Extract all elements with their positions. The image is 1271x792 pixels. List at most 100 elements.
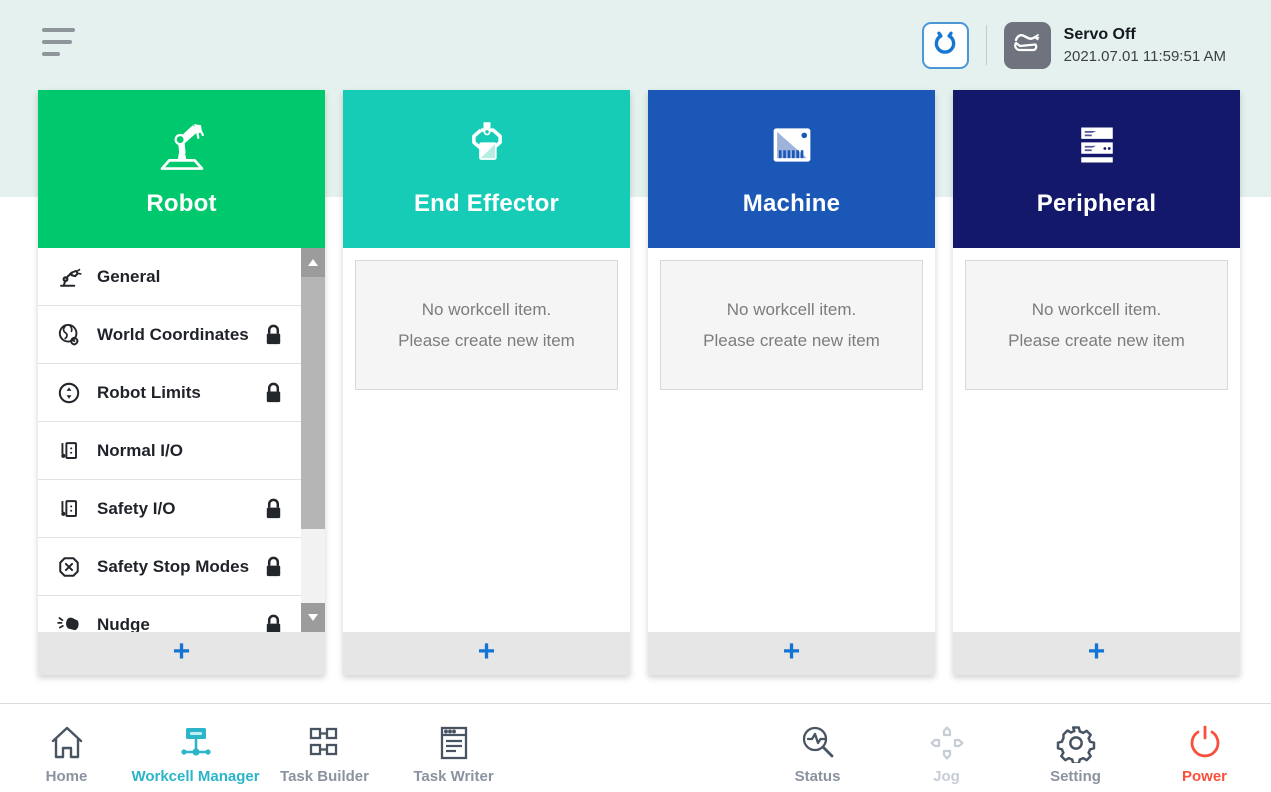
scroll-down-button[interactable] — [301, 603, 325, 632]
plus-icon: + — [783, 637, 801, 667]
robot-column-title: Robot — [146, 190, 216, 218]
robot-list-scrollbar[interactable] — [301, 248, 325, 632]
status-timestamp: 2021.07.01 11:59:51 AM — [1064, 46, 1226, 67]
lock-icon — [262, 381, 285, 405]
empty-message-line2: Please create new item — [703, 325, 880, 356]
nav-task-writer[interactable]: Task Writer — [389, 704, 518, 792]
add-peripheral-item-button[interactable]: + — [953, 632, 1240, 675]
robot-item-label: World Coordinates — [97, 325, 249, 345]
nav-setting-label: Setting — [1050, 768, 1101, 785]
robot-item-world-coordinates[interactable]: World Coordinates — [38, 306, 301, 364]
home-icon — [47, 721, 87, 765]
end-effector-column-title: End Effector — [414, 190, 559, 218]
machine-icon — [764, 114, 820, 176]
empty-message-line2: Please create new item — [398, 325, 575, 356]
scroll-up-button[interactable] — [301, 248, 325, 277]
nav-jog[interactable]: Jog — [882, 704, 1011, 792]
robot-list-rows: General — [38, 248, 301, 632]
peripheral-column: Peripheral No workcell item. Please crea… — [953, 90, 1240, 675]
scrollbar-thumb[interactable] — [301, 277, 325, 529]
nav-power-label: Power — [1182, 768, 1227, 785]
hamburger-line — [42, 28, 75, 32]
safety-stop-icon — [54, 552, 84, 582]
menu-hamburger-button[interactable] — [42, 28, 82, 62]
robot-item-normal-io[interactable]: Normal I/O — [38, 422, 301, 480]
servo-status-button[interactable] — [1004, 22, 1051, 69]
robot-item-general[interactable]: General — [38, 248, 301, 306]
nav-workcell-manager[interactable]: Workcell Manager — [131, 704, 260, 792]
robot-arm-icon — [1011, 27, 1043, 64]
workcell-manager-screen: Servo Off 2021.07.01 11:59:51 AM — [0, 0, 1271, 792]
robot-item-label: Robot Limits — [97, 383, 201, 403]
nav-home-label: Home — [46, 768, 88, 785]
nav-task-writer-label: Task Writer — [413, 768, 493, 785]
workcell-manager-icon — [176, 721, 216, 765]
lock-icon — [262, 613, 285, 633]
robot-item-label: Normal I/O — [97, 441, 183, 461]
jog-icon — [927, 721, 967, 765]
nav-setting[interactable]: Setting — [1011, 704, 1140, 792]
machine-item-list: No workcell item. Please create new item — [648, 248, 935, 632]
lock-icon — [262, 323, 285, 347]
workcell-columns: Robot — [38, 90, 1240, 675]
add-end-effector-item-button[interactable]: + — [343, 632, 630, 675]
machine-column-header[interactable]: Machine — [648, 90, 935, 248]
empty-message-line1: No workcell item. — [727, 294, 856, 325]
peripheral-column-header[interactable]: Peripheral — [953, 90, 1240, 248]
plus-icon: + — [478, 637, 496, 667]
power-icon — [1185, 721, 1225, 765]
robot-item-label: General — [97, 267, 160, 287]
nav-status[interactable]: Status — [753, 704, 882, 792]
task-builder-icon — [305, 721, 345, 765]
nav-power[interactable]: Power — [1140, 704, 1269, 792]
nav-home[interactable]: Home — [2, 704, 131, 792]
hamburger-line — [42, 52, 60, 56]
empty-message-line1: No workcell item. — [422, 294, 551, 325]
hamburger-line — [42, 40, 72, 44]
nav-spacer — [518, 704, 753, 792]
add-robot-item-button[interactable]: + — [38, 632, 325, 675]
nav-task-builder[interactable]: Task Builder — [260, 704, 389, 792]
peripheral-column-title: Peripheral — [1037, 190, 1156, 218]
lock-icon — [262, 555, 285, 579]
nav-jog-label: Jog — [933, 768, 960, 785]
robot-limits-icon — [54, 378, 84, 408]
end-effector-column-header[interactable]: End Effector — [343, 90, 630, 248]
peripheral-icon — [1069, 114, 1125, 176]
robot-item-label: Safety Stop Modes — [97, 557, 249, 577]
machine-column-title: Machine — [743, 190, 840, 218]
robot-item-label: Safety I/O — [97, 499, 175, 519]
empty-workcell-message: No workcell item. Please create new item — [965, 260, 1228, 390]
robot-item-nudge[interactable]: Nudge — [38, 596, 301, 632]
nav-status-label: Status — [795, 768, 841, 785]
top-bar: Servo Off 2021.07.01 11:59:51 AM — [0, 0, 1271, 90]
robot-column-header[interactable]: Robot — [38, 90, 325, 248]
gripper-tool-button[interactable] — [922, 22, 969, 69]
lock-icon — [262, 497, 285, 521]
status-icon — [798, 721, 838, 765]
robot-item-list: General — [38, 248, 325, 632]
topbar-divider — [986, 25, 987, 65]
nudge-icon — [54, 610, 84, 633]
robot-item-safety-io[interactable]: Safety I/O — [38, 480, 301, 538]
empty-message-line1: No workcell item. — [1032, 294, 1161, 325]
machine-column: Machine No workcell item. Please create … — [648, 90, 935, 675]
general-robot-icon — [54, 262, 84, 292]
peripheral-item-list: No workcell item. Please create new item — [953, 248, 1240, 632]
robot-item-robot-limits[interactable]: Robot Limits — [38, 364, 301, 422]
add-machine-item-button[interactable]: + — [648, 632, 935, 675]
gripper-icon — [930, 28, 960, 63]
io-icon — [54, 494, 84, 524]
robot-item-safety-stop-modes[interactable]: Safety Stop Modes — [38, 538, 301, 596]
end-effector-column: End Effector No workcell item. Please cr… — [343, 90, 630, 675]
robot-item-label: Nudge — [97, 615, 150, 633]
nav-workcell-manager-label: Workcell Manager — [131, 768, 259, 785]
empty-workcell-message: No workcell item. Please create new item — [355, 260, 618, 390]
scrollbar-track[interactable] — [301, 529, 325, 603]
task-writer-icon — [434, 721, 474, 765]
empty-workcell-message: No workcell item. Please create new item — [660, 260, 923, 390]
robot-column: Robot — [38, 90, 325, 675]
bottom-navigation: Home Workcell Manager — [0, 703, 1271, 792]
end-effector-item-list: No workcell item. Please create new item — [343, 248, 630, 632]
nav-task-builder-label: Task Builder — [280, 768, 369, 785]
